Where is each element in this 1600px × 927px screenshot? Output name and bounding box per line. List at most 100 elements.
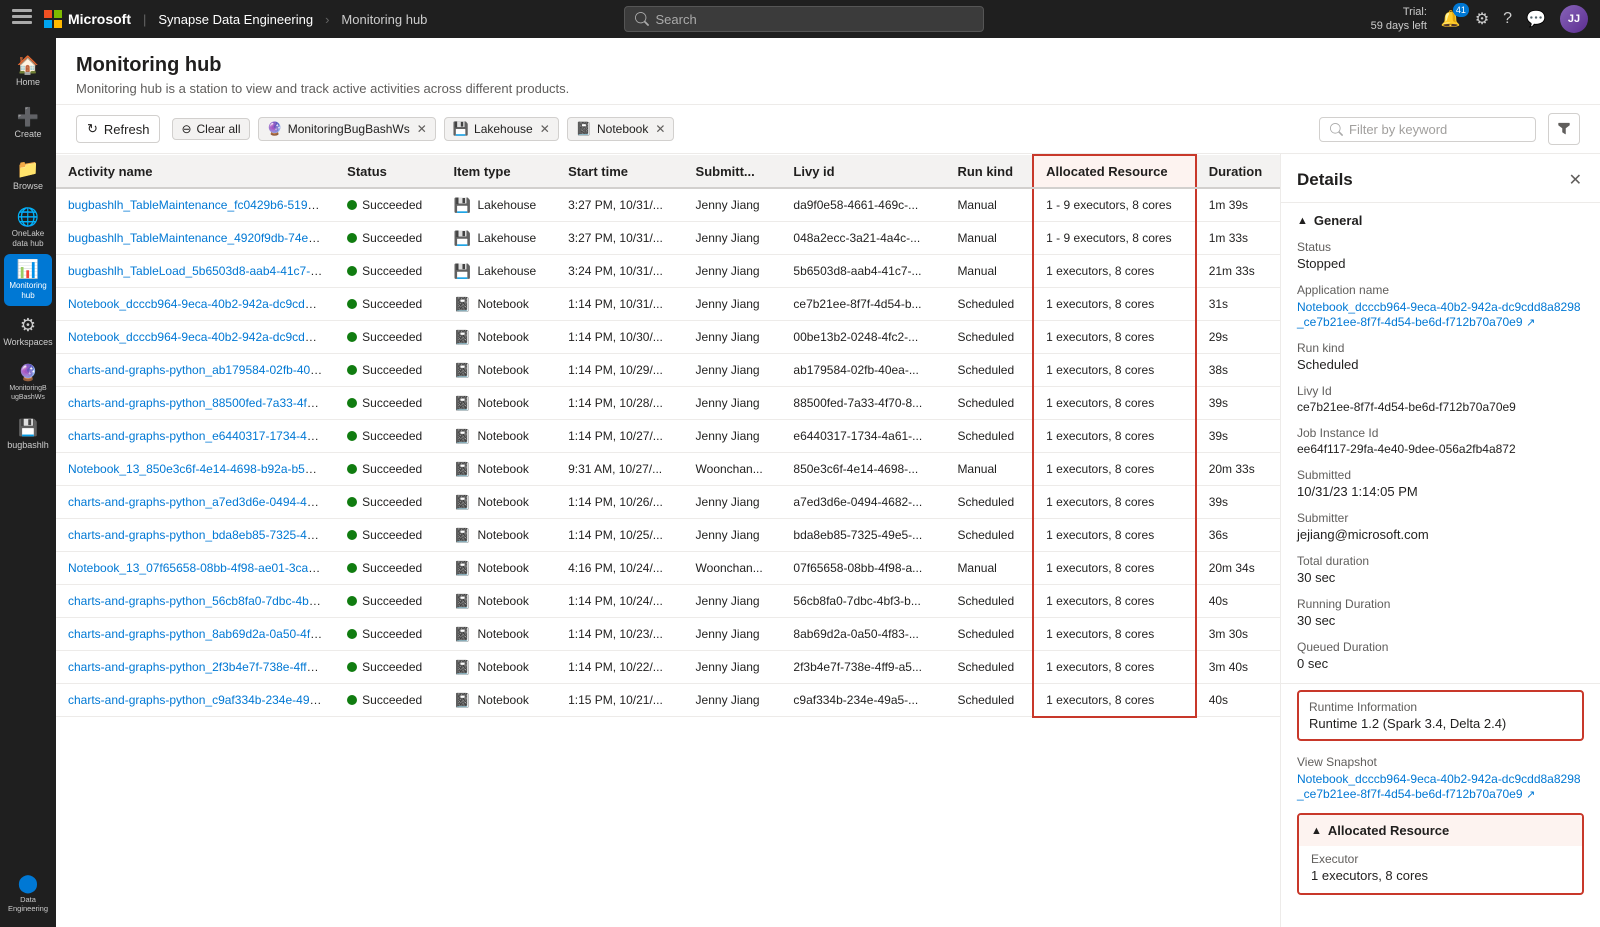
- cell-submitted: Jenny Jiang: [684, 188, 782, 222]
- sidebar-item-monitoring[interactable]: 📊 Monitoring hub: [4, 254, 52, 306]
- item-type-icon: 📓: [454, 559, 472, 577]
- topbar-breadcrumb-divider: ›: [325, 12, 329, 27]
- refresh-button[interactable]: ↻ Refresh: [76, 115, 160, 143]
- item-type-cell: 📓 Notebook: [454, 295, 545, 313]
- table-row[interactable]: bugbashlh_TableLoad_5b6503d8-aab4-41c7-9…: [56, 255, 1280, 288]
- sidebar-item-monitoringbug[interactable]: 🔮 MonitoringB ugBashWs: [4, 358, 52, 410]
- cell-submitted: Jenny Jiang: [684, 519, 782, 552]
- table-row[interactable]: charts-and-graphs-python_c9af334b-234e-4…: [56, 684, 1280, 717]
- notification-bell[interactable]: 🔔 41: [1441, 9, 1461, 29]
- activity-link[interactable]: charts-and-graphs-python_8ab69d2a-0a50-4…: [68, 627, 334, 641]
- user-avatar[interactable]: JJ: [1560, 5, 1588, 33]
- activity-link[interactable]: Notebook_dcccb964-9eca-40b2-942a-dc9cdd8…: [68, 297, 335, 311]
- content-area: Activity name Status Item type Start tim…: [56, 154, 1600, 927]
- success-dot: [347, 596, 357, 606]
- sidebar-item-home[interactable]: 🏠 Home: [4, 46, 52, 98]
- table-row[interactable]: charts-and-graphs-python_2f3b4e7f-738e-4…: [56, 651, 1280, 684]
- keyword-search-icon: [1330, 123, 1343, 136]
- appname-link[interactable]: Notebook_dcccb964-9eca-40b2-942a-dc9cdd8…: [1297, 300, 1581, 329]
- table-row[interactable]: charts-and-graphs-python_8ab69d2a-0a50-4…: [56, 618, 1280, 651]
- table-row[interactable]: Notebook_dcccb964-9eca-40b2-942a-dc9cdd8…: [56, 321, 1280, 354]
- status-indicator: Succeeded: [347, 594, 422, 608]
- workspace-filter-close[interactable]: ✕: [417, 122, 427, 136]
- detail-jobinstance: Job Instance Id ee64f117-29fa-4e40-9dee-…: [1281, 420, 1600, 462]
- cell-starttime: 1:14 PM, 10/25/...: [556, 519, 683, 552]
- help-icon[interactable]: ?: [1503, 10, 1512, 28]
- lakehouse-filter-close[interactable]: ✕: [540, 122, 550, 136]
- filter-tag-workspace[interactable]: 🔮 MonitoringBugBashWs ✕: [258, 117, 436, 141]
- detail-runkind: Run kind Scheduled: [1281, 335, 1600, 378]
- settings-icon[interactable]: ⚙: [1475, 9, 1489, 29]
- item-type-cell: 📓 Notebook: [454, 559, 545, 577]
- cell-runkind: Manual: [945, 255, 1033, 288]
- alloc-section-header[interactable]: ▲ Allocated Resource: [1299, 815, 1582, 846]
- table-row[interactable]: bugbashlh_TableMaintenance_fc0429b6-5197…: [56, 188, 1280, 222]
- cell-alloc: 1 - 9 executors, 8 cores: [1033, 222, 1196, 255]
- snapshot-link[interactable]: Notebook_dcccb964-9eca-40b2-942a-dc9cdd8…: [1297, 772, 1581, 801]
- filter-options-button[interactable]: [1548, 113, 1580, 145]
- activity-link[interactable]: charts-and-graphs-python_56cb8fa0-7dbc-4…: [68, 594, 329, 608]
- activity-link[interactable]: Notebook_13_850e3c6f-4e14-4698-b92a-b5e6…: [68, 462, 335, 476]
- activity-link[interactable]: charts-and-graphs-python_ab179584-02fb-4…: [68, 363, 334, 377]
- sidebar-item-onelake[interactable]: 🌐 OneLake data hub: [4, 202, 52, 254]
- submitted-value: 10/31/23 1:14:05 PM: [1297, 484, 1584, 499]
- success-dot: [347, 662, 357, 672]
- table-row[interactable]: charts-and-graphs-python_ab179584-02fb-4…: [56, 354, 1280, 387]
- activity-link[interactable]: charts-and-graphs-python_c9af334b-234e-4…: [68, 693, 333, 707]
- activity-link[interactable]: charts-and-graphs-python_a7ed3d6e-0494-4…: [68, 495, 330, 509]
- cell-status: Succeeded: [335, 486, 441, 519]
- cell-starttime: 9:31 AM, 10/27/...: [556, 453, 683, 486]
- sidebar-item-browse[interactable]: 📁 Browse: [4, 150, 52, 202]
- item-type-label: Notebook: [478, 297, 529, 311]
- table-area[interactable]: Activity name Status Item type Start tim…: [56, 154, 1280, 927]
- table-row[interactable]: bugbashlh_TableMaintenance_4920f9db-74e9…: [56, 222, 1280, 255]
- keyword-search-input[interactable]: [1349, 122, 1525, 137]
- activity-link[interactable]: charts-and-graphs-python_e6440317-1734-4…: [68, 429, 330, 443]
- general-section-header[interactable]: ▲ General: [1281, 203, 1600, 234]
- activity-link[interactable]: bugbashlh_TableMaintenance_4920f9db-74e9…: [68, 231, 335, 245]
- table-row[interactable]: Notebook_dcccb964-9eca-40b2-942a-dc9cdd8…: [56, 288, 1280, 321]
- sidebar: 🏠 Home ➕ Create 📁 Browse 🌐 OneLake data …: [0, 38, 56, 927]
- activity-link[interactable]: bugbashlh_TableLoad_5b6503d8-aab4-41c7-9…: [68, 264, 334, 278]
- global-search-box[interactable]: [624, 6, 984, 32]
- sidebar-item-workspaces[interactable]: ⚙ Workspaces: [4, 306, 52, 358]
- table-row[interactable]: charts-and-graphs-python_88500fed-7a33-4…: [56, 387, 1280, 420]
- activity-link[interactable]: charts-and-graphs-python_88500fed-7a33-4…: [68, 396, 330, 410]
- filter-options-icon: [1557, 122, 1571, 136]
- table-row[interactable]: charts-and-graphs-python_bda8eb85-7325-4…: [56, 519, 1280, 552]
- cell-livyid: 850e3c6f-4e14-4698-...: [781, 453, 945, 486]
- snapshot-external-link-icon[interactable]: ↗: [1526, 789, 1535, 801]
- keyword-search-box[interactable]: [1319, 117, 1536, 142]
- cell-itemtype: 💾 Lakehouse: [442, 222, 557, 255]
- sidebar-item-create[interactable]: ➕ Create: [4, 98, 52, 150]
- table-row[interactable]: charts-and-graphs-python_56cb8fa0-7dbc-4…: [56, 585, 1280, 618]
- cell-livyid: 07f65658-08bb-4f98-a...: [781, 552, 945, 585]
- sidebar-item-bugbashlh[interactable]: 💾 bugbashlh: [4, 410, 52, 462]
- item-type-cell: 📓 Notebook: [454, 427, 545, 445]
- activity-link[interactable]: Notebook_dcccb964-9eca-40b2-942a-dc9cdd8…: [68, 330, 335, 344]
- activity-link[interactable]: bugbashlh_TableMaintenance_fc0429b6-5197…: [68, 198, 335, 212]
- cell-starttime: 1:14 PM, 10/28/...: [556, 387, 683, 420]
- detail-submitted: Submitted 10/31/23 1:14:05 PM: [1281, 462, 1600, 505]
- table-row[interactable]: charts-and-graphs-python_a7ed3d6e-0494-4…: [56, 486, 1280, 519]
- details-close-button[interactable]: ✕: [1567, 168, 1584, 192]
- cell-runkind: Scheduled: [945, 288, 1033, 321]
- feedback-icon[interactable]: 💬: [1526, 9, 1546, 29]
- sidebar-item-dataengineering[interactable]: ⬤ Data Engineering: [4, 867, 52, 919]
- workspaces-icon: ⚙: [20, 316, 36, 334]
- filter-tag-lakehouse[interactable]: 💾 Lakehouse ✕: [444, 117, 559, 141]
- table-row[interactable]: charts-and-graphs-python_e6440317-1734-4…: [56, 420, 1280, 453]
- filter-tag-notebook[interactable]: 📓 Notebook ✕: [567, 117, 675, 141]
- queuedduration-label: Queued Duration: [1297, 640, 1584, 654]
- activity-link[interactable]: charts-and-graphs-python_2f3b4e7f-738e-4…: [68, 660, 327, 674]
- notebook-filter-close[interactable]: ✕: [655, 122, 665, 136]
- table-row[interactable]: Notebook_13_850e3c6f-4e14-4698-b92a-b5e6…: [56, 453, 1280, 486]
- apps-menu-icon[interactable]: [12, 9, 32, 29]
- clear-all-button[interactable]: ⊖ Clear all: [172, 118, 249, 140]
- global-search-input[interactable]: [655, 12, 973, 27]
- activity-link[interactable]: Notebook_13_07f65658-08bb-4f98-ae01-3ca6…: [68, 561, 335, 575]
- table-row[interactable]: Notebook_13_07f65658-08bb-4f98-ae01-3ca6…: [56, 552, 1280, 585]
- cell-submitted: Jenny Jiang: [684, 354, 782, 387]
- activity-link[interactable]: charts-and-graphs-python_bda8eb85-7325-4…: [68, 528, 330, 542]
- appname-external-link-icon[interactable]: ↗: [1526, 317, 1535, 329]
